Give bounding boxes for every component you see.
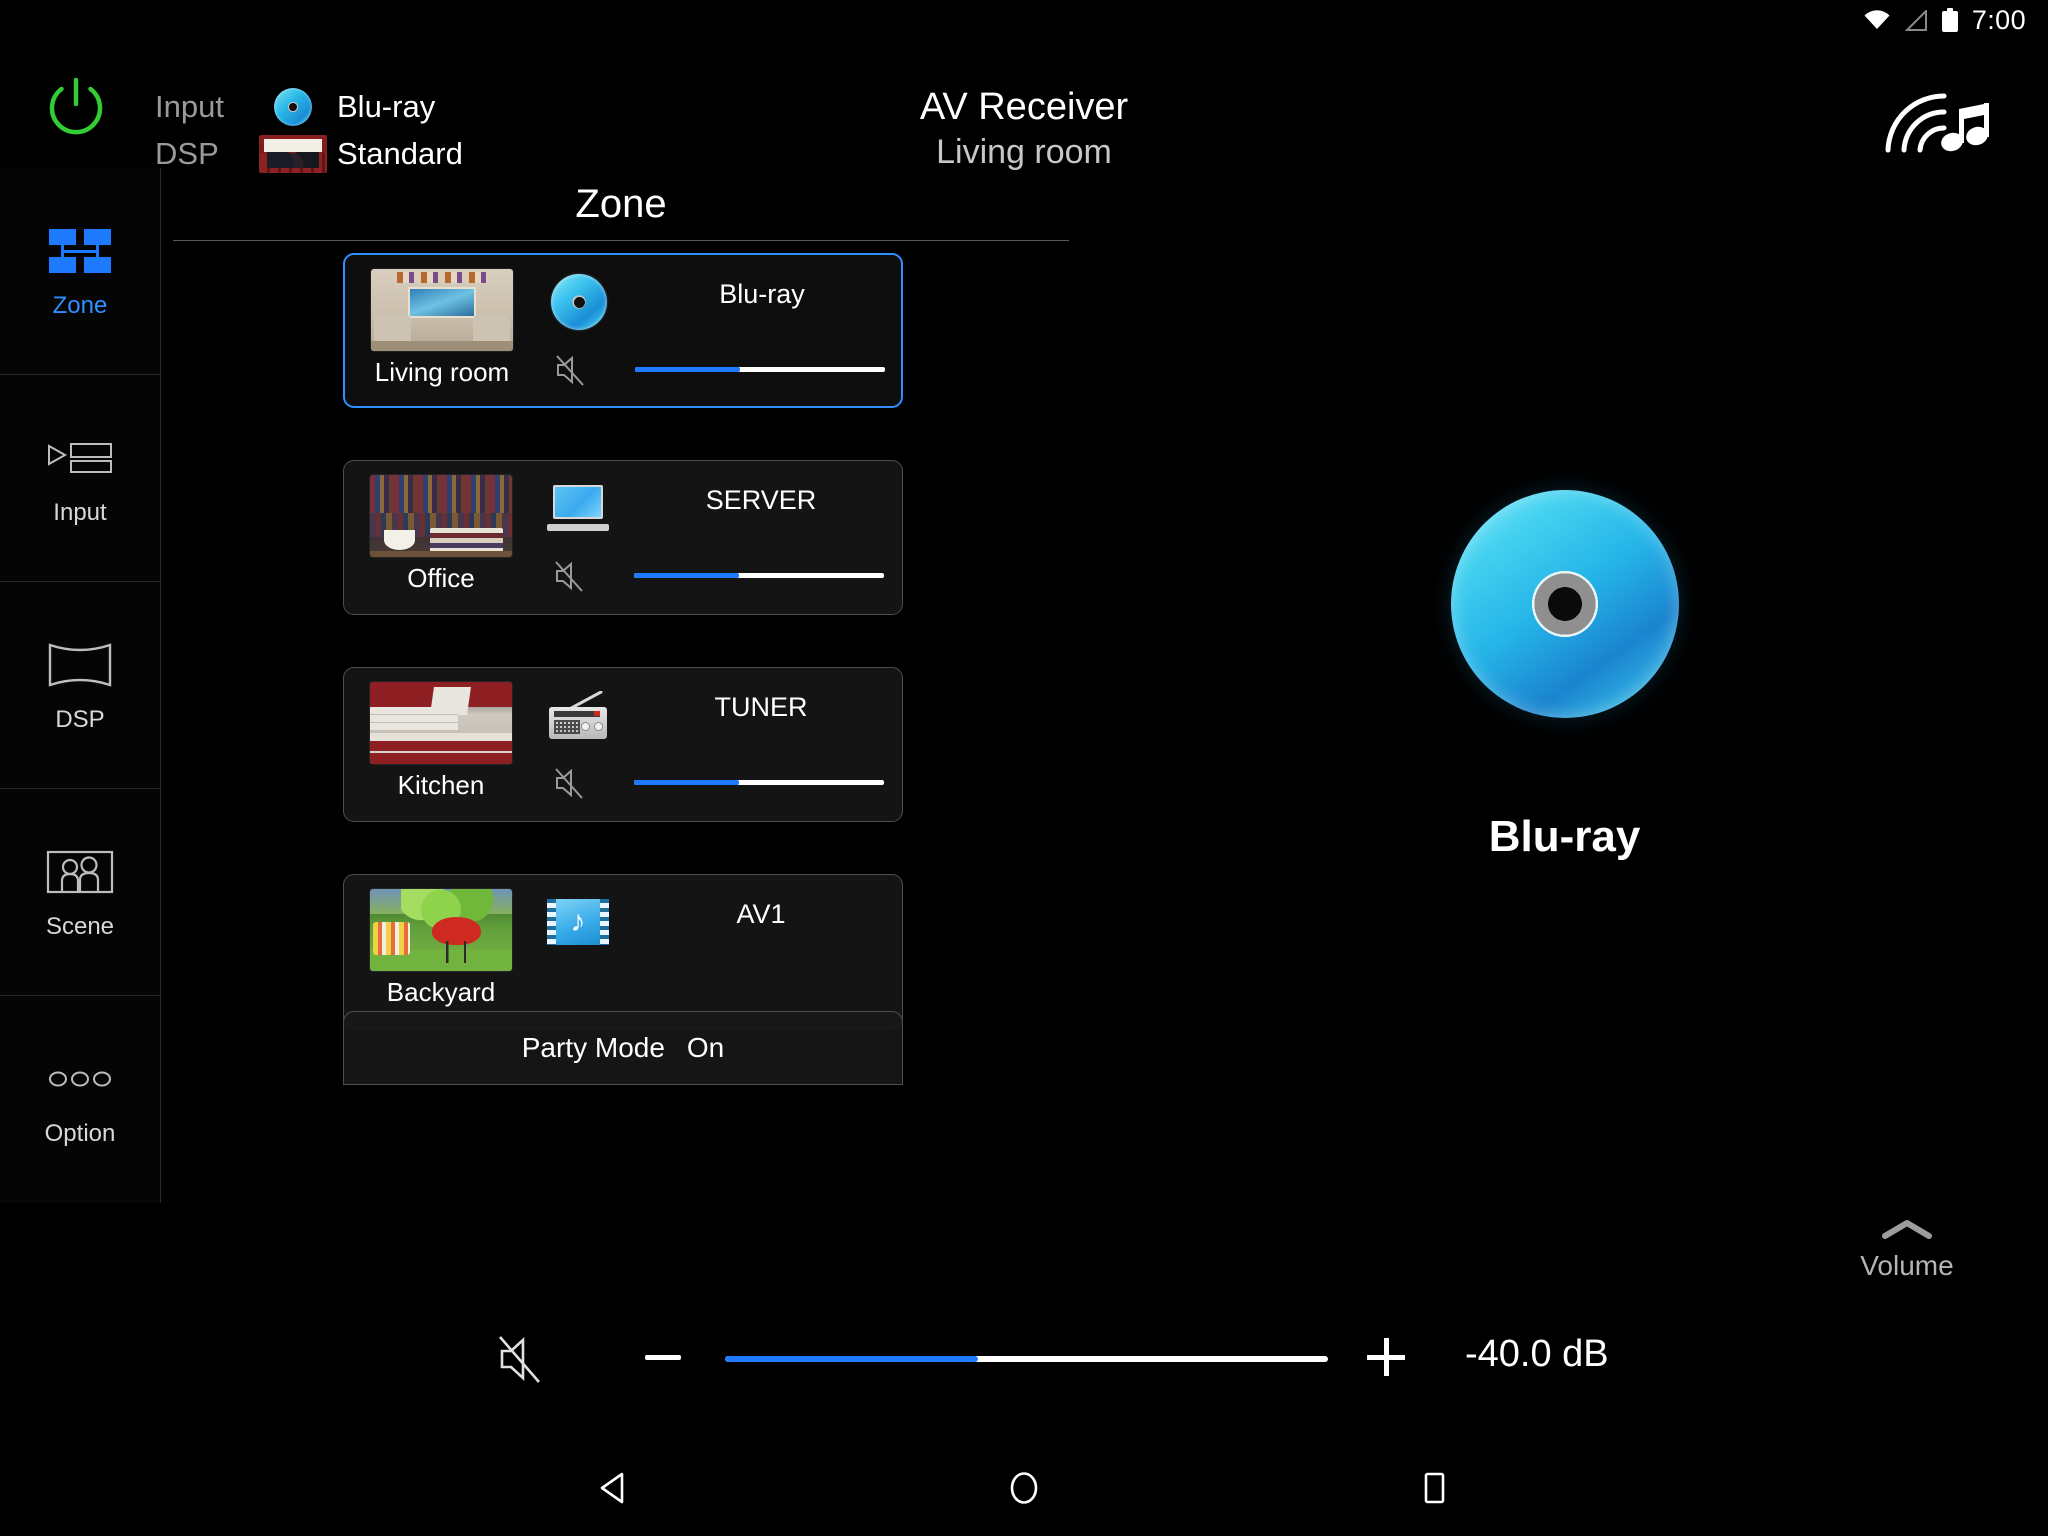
android-nav-bar (0, 1440, 2048, 1536)
zone-card-backyard[interactable]: Backyard ♪ AV1 (343, 874, 903, 1029)
master-volume-slider[interactable] (725, 1356, 1328, 1362)
zone-card-kitchen[interactable]: Kitchen TUNER (343, 667, 903, 822)
volume-controls-row: -40.0 dB (0, 1325, 2048, 1395)
mute-icon[interactable] (495, 1333, 545, 1385)
input-value: Blu-ray (337, 89, 436, 124)
zone-name: Living room (374, 357, 510, 387)
bluray-disc-icon (541, 271, 617, 333)
kitchen-photo (370, 682, 512, 764)
volume-toggle-label: Volume (1860, 1250, 1954, 1281)
cinema-thumbnail-icon (255, 135, 331, 173)
zone-card-living-room[interactable]: Living room Blu-ray (343, 253, 903, 408)
battery-icon (1941, 8, 1958, 32)
radio-icon (540, 684, 616, 746)
android-recents-icon[interactable] (1324, 1440, 1544, 1536)
sidebar-item-input[interactable]: Input (0, 375, 160, 582)
zone-source-label: AV1 (736, 899, 786, 929)
sidebar-item-option[interactable]: Option (0, 996, 160, 1203)
laptop-icon (540, 477, 616, 539)
volume-value: -40.0 dB (1465, 1333, 1609, 1375)
volume-bar: Volume -40.0 dB (0, 1203, 2048, 1440)
party-mode-button[interactable]: Party Mode On (343, 1011, 903, 1085)
panel-title: Zone (575, 181, 667, 226)
sidebar-item-label: Input (53, 498, 107, 526)
scene-people-icon (44, 844, 116, 900)
header-dsp-row[interactable]: DSP Standard (155, 135, 463, 173)
zone-volume-slider[interactable] (635, 367, 885, 372)
mute-icon[interactable] (553, 353, 587, 387)
input-label: Input (155, 89, 224, 124)
zone-volume-slider[interactable] (634, 573, 884, 578)
chevron-up-icon (1880, 1217, 1934, 1246)
left-nav-sidebar: Zone Input DSP Scene Option (0, 168, 161, 1203)
header-status-block: Input Blu-ray DSP Standard (155, 88, 463, 173)
cell-signal-icon (1904, 8, 1928, 31)
musiccast-wireless-icon[interactable] (1882, 90, 2006, 156)
dsp-value: Standard (337, 136, 463, 171)
android-home-icon[interactable] (914, 1440, 1134, 1536)
film-music-icon: ♪ (540, 891, 616, 953)
party-mode-value: On (686, 1032, 725, 1063)
android-back-icon[interactable] (504, 1440, 724, 1536)
volume-decrease-button[interactable] (645, 1355, 681, 1360)
av-receiver-app: 7:00 Input Blu-ray DSP Standard AV Recei… (0, 0, 2048, 1536)
zone-source-label: TUNER (714, 692, 808, 722)
zone-name: Backyard (386, 977, 496, 1007)
zone-card-list: Living room Blu-ray Office SERVER Kitche… (161, 241, 1081, 1141)
zone-volume-slider[interactable] (634, 780, 884, 785)
status-time: 7:00 (1971, 4, 2026, 35)
sidebar-item-zone[interactable]: Zone (0, 168, 160, 375)
zone-panel: Zone Living room Blu-ray Office SERVER K… (161, 168, 1081, 1203)
bluray-disc-large-icon (1450, 490, 1679, 718)
sidebar-item-label: DSP (55, 705, 105, 733)
app-header: Input Blu-ray DSP Standard AV Receiver L… (0, 40, 2048, 173)
zone-name: Office (407, 563, 475, 593)
now-playing-source-label: Blu-ray (1488, 812, 1641, 861)
sidebar-item-label: Scene (45, 912, 115, 940)
office-bookshelf-photo (370, 475, 512, 557)
backyard-grill-photo (370, 889, 512, 971)
panel-header: Zone (161, 168, 1081, 240)
zone-grid-icon (49, 223, 111, 279)
mute-icon[interactable] (552, 766, 586, 800)
volume-increase-button[interactable] (1367, 1338, 1405, 1376)
android-status-bar: 7:00 (0, 0, 2048, 40)
power-button[interactable] (45, 75, 107, 137)
zone-card-office[interactable]: Office SERVER (343, 460, 903, 615)
input-list-icon (47, 430, 113, 486)
now-playing-panel: Blu-ray (1081, 168, 2048, 1203)
wifi-icon (1864, 10, 1890, 30)
bluray-disc-icon (255, 88, 331, 126)
zone-name: Kitchen (397, 770, 485, 800)
sidebar-item-label: Zone (52, 291, 108, 319)
zone-source-label: Blu-ray (719, 279, 805, 309)
dsp-curve-icon (45, 637, 115, 693)
sidebar-item-label: Option (44, 1120, 116, 1147)
mute-icon[interactable] (552, 559, 586, 593)
dsp-label: DSP (155, 136, 219, 171)
volume-expand-toggle[interactable]: Volume (1822, 1217, 1992, 1282)
option-dots-icon (45, 1051, 115, 1107)
party-mode-label: Party Mode (521, 1032, 665, 1063)
zone-source-label: SERVER (705, 485, 817, 515)
sidebar-item-dsp[interactable]: DSP (0, 582, 160, 789)
living-room-photo (371, 269, 513, 351)
sidebar-item-scene[interactable]: Scene (0, 789, 160, 996)
header-input-row[interactable]: Input Blu-ray (155, 88, 463, 126)
